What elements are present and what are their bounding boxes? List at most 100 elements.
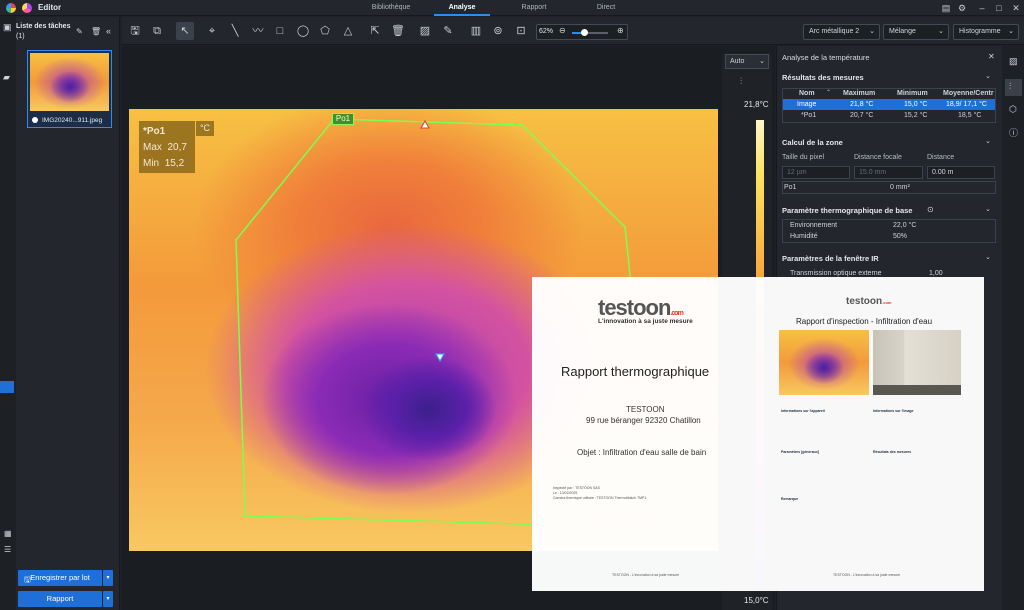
roi-tag[interactable]: Po1 [332, 113, 354, 125]
tab-rapport[interactable]: Rapport [508, 0, 560, 16]
save-icon-tool[interactable]: 🖫 [126, 22, 144, 40]
report-section-params: Paramètres [généraux] [781, 450, 819, 454]
app-logo-icon [6, 3, 16, 13]
image-icon[interactable]: ▨ [416, 22, 434, 40]
point-tool-icon[interactable]: ⌖ [203, 22, 221, 40]
humidity-label: Humidité [790, 233, 818, 240]
pixel-size-field[interactable]: 12 µm [782, 166, 850, 179]
thumbnail-image[interactable] [30, 53, 109, 111]
fusion-icon[interactable]: ⊚ [489, 22, 507, 40]
analysis-tab-active[interactable] [1005, 79, 1022, 96]
panel-close-icon[interactable]: ✕ [988, 52, 995, 61]
focal-label: Distance focale [854, 154, 902, 161]
chevron-down-icon[interactable]: ⌄ [985, 253, 991, 261]
save-as-icon[interactable]: ⧉ [148, 22, 166, 40]
unit-badge[interactable]: °C [196, 121, 214, 136]
editor-logo-icon [22, 3, 32, 13]
polygon-tool-icon[interactable]: ⬠ [316, 22, 334, 40]
zoom-out-icon[interactable]: ⊖ [559, 26, 566, 35]
tab-bibliotheque[interactable]: Bibliothèque [362, 0, 420, 16]
rectangle-tool-icon[interactable]: □ [271, 22, 289, 40]
radio-icon[interactable] [32, 117, 38, 123]
blend-dropdown[interactable]: Mélange ⌄ [883, 24, 949, 40]
close-button[interactable]: ✕ [1010, 2, 1022, 14]
focal-field[interactable]: 15.0 mm [854, 166, 923, 179]
maximize-button[interactable]: □ [993, 2, 1005, 14]
ellipse-tool-icon[interactable]: ◯ [294, 22, 312, 40]
annotate-icon[interactable]: ✎ [439, 22, 457, 40]
colorbar-mode-label: Auto [730, 58, 745, 65]
row-po1-max: 20,7 °C [850, 112, 874, 119]
blend-value: Mélange [889, 28, 916, 35]
distance-label: Distance [927, 154, 955, 161]
grid-view-icon[interactable]: ▦ [4, 529, 12, 538]
col-min[interactable]: Minimum [897, 90, 928, 97]
zoom-in-icon[interactable]: ⊕ [617, 26, 624, 35]
report-page2-logo: testoon.com [846, 296, 892, 307]
line-tool-icon[interactable]: ╲ [226, 22, 244, 40]
zone-row [782, 181, 996, 194]
colorbar-min: 15,0°C [744, 596, 769, 605]
report-button[interactable]: Rapport [18, 591, 102, 607]
zoom-slider-handle[interactable] [581, 29, 588, 36]
env-label: Environnement [790, 222, 838, 229]
roi-max-label: Max [143, 142, 162, 153]
chevron-down-icon: ⌄ [759, 58, 765, 65]
polyline-tool-icon[interactable]: 〰 [249, 22, 267, 40]
palette-dropdown[interactable]: Arc métallique 2 ⌄ [803, 24, 880, 40]
document-icon[interactable]: ▤ [940, 2, 952, 14]
save-batch-dropdown[interactable]: ▾ [103, 570, 113, 586]
row-image-name: Image [797, 101, 817, 108]
select-tool-icon[interactable]: ⇱ [366, 22, 384, 40]
report-section-device: Informations sur l'appareil [781, 409, 825, 413]
export-icon[interactable]: ⊡ [512, 22, 530, 40]
col-max[interactable]: Maximum [843, 90, 875, 97]
minimize-button[interactable]: – [976, 2, 988, 14]
histogram-dropdown[interactable]: Histogramme ⌄ [953, 24, 1019, 40]
target-icon[interactable]: ⊙ [927, 205, 934, 214]
cube-icon[interactable]: ⬡ [1009, 104, 1017, 115]
report-section-results: Résultats des mesures [873, 450, 912, 454]
chevron-down-icon[interactable]: ⌄ [985, 72, 991, 80]
tab-direct[interactable]: Direct [580, 0, 632, 16]
roi-name: *Po1 [143, 126, 166, 137]
min-marker-icon [434, 353, 446, 363]
folder-icon[interactable]: ▰ [3, 72, 10, 83]
report-dropdown[interactable]: ▾ [103, 591, 113, 607]
app-title: Editor [38, 3, 62, 12]
sort-icon[interactable]: ⌃ [826, 89, 831, 96]
col-name[interactable]: Nom [799, 90, 815, 97]
tab-analyse[interactable]: Analyse [434, 0, 490, 16]
list-view-icon[interactable]: ☰ [4, 545, 11, 554]
report-inspected: Inspecté par : TESTOON SAS [553, 486, 600, 490]
ir-transmission-value[interactable]: 1,00 [929, 270, 943, 277]
report-camera: Caméra thermique utilisée : TESTOON Ther… [553, 496, 647, 500]
task-list-icon[interactable]: ▣ [3, 22, 12, 33]
image-panel-icon[interactable]: ▨ [1009, 56, 1018, 67]
humidity-value[interactable]: 50% [893, 233, 907, 240]
ir-transmission-label: Transmission optique externe [790, 270, 882, 277]
histogram-tool-icon[interactable]: ▥ [467, 22, 485, 40]
task-count: (1) [16, 33, 25, 40]
env-value[interactable]: 22,0 °C [893, 222, 916, 229]
distance-field[interactable]: 0.00 m [927, 166, 995, 179]
triangle-tool-icon[interactable]: △ [339, 22, 357, 40]
colorbar-mode[interactable]: Auto ⌄ [725, 54, 769, 69]
delete-tool-icon[interactable]: 🗑 [389, 22, 407, 40]
info-icon[interactable]: ⓘ [1009, 126, 1018, 139]
trash-icon[interactable]: 🗑 [91, 27, 101, 36]
report-photo-floor [873, 385, 961, 395]
colorbar-settings-icon[interactable]: ⫶ [740, 76, 742, 87]
col-avg[interactable]: Moyenne/Centr [943, 90, 995, 97]
settings-icon[interactable]: ⚙ [956, 2, 968, 14]
task-list-title: Liste des tâches [16, 23, 71, 30]
edit-icon[interactable]: ✎ [76, 27, 83, 36]
pixel-size-label: Taille du pixel [782, 154, 825, 161]
pointer-tool-icon[interactable]: ↖ [176, 22, 194, 40]
chevron-down-icon[interactable]: ⌄ [985, 137, 991, 145]
save-batch-label: Enregistrer par lot [30, 573, 90, 582]
chevron-down-icon[interactable]: ⌄ [985, 205, 991, 213]
active-marker [0, 381, 14, 393]
collapse-icon[interactable]: « [106, 26, 111, 36]
row-po1-name[interactable]: *Po1 [801, 112, 816, 119]
